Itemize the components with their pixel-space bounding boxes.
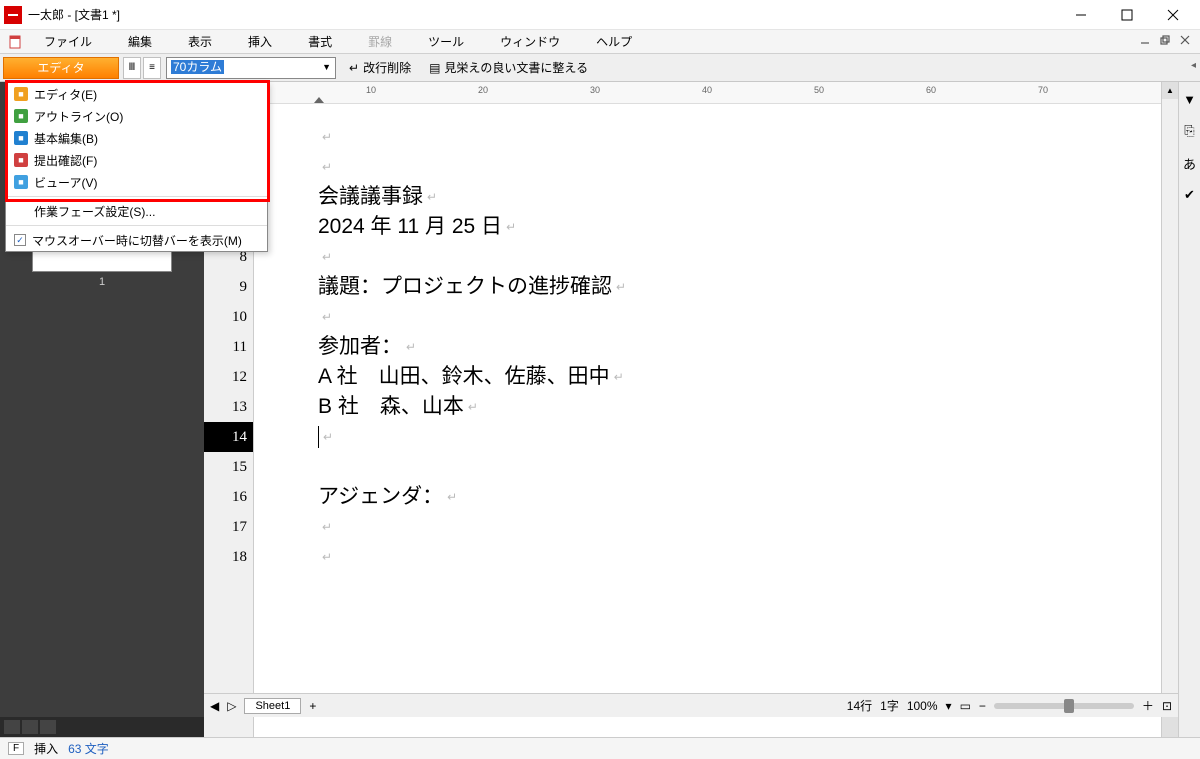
menu-編集[interactable]: 編集 — [110, 31, 170, 52]
document-line[interactable]: 会議議事録↵ — [318, 182, 1178, 212]
doc-icon: ▤ — [429, 61, 440, 75]
line-number: 16 — [204, 482, 253, 512]
line-number: 10 — [204, 302, 253, 332]
right-strip-icon[interactable]: あ — [1181, 154, 1199, 172]
sidebar-footer-icon[interactable] — [4, 720, 20, 734]
app-icon — [4, 6, 22, 24]
mdi-minimize-button[interactable] — [1136, 32, 1154, 48]
right-tool-strip: ▼ ⎘ あ ✔ — [1178, 82, 1200, 737]
status-insert[interactable]: 挿入 — [34, 740, 58, 757]
document-page[interactable]: ↵↵会議議事録↵2024 年 11 月 25 日↵↵議題：プロジェクトの進捗確認… — [254, 104, 1178, 737]
menu-ウィンドウ[interactable]: ウィンドウ — [482, 31, 578, 52]
document-line[interactable]: ↵ — [318, 302, 1178, 332]
toolbar-icon-2[interactable]: ≡ — [143, 57, 161, 79]
line-number: 15 — [204, 452, 253, 482]
add-sheet-icon[interactable]: + — [309, 699, 316, 713]
scroll-end-button[interactable] — [1162, 720, 1178, 737]
dropdown-item[interactable]: ■提出確認(F) — [6, 149, 267, 171]
zoom-fit-icon[interactable]: ⊡ — [1162, 699, 1172, 713]
view-mode-icon[interactable]: ▭ — [960, 699, 971, 713]
menu-ツール[interactable]: ツール — [410, 31, 482, 52]
dropdown-settings[interactable]: 作業フェーズ設定(S)... — [6, 200, 267, 222]
zoom-out-button[interactable]: − — [979, 699, 986, 713]
menu-ヘルプ[interactable]: ヘルプ — [578, 31, 650, 52]
scroll-up-button[interactable]: ▲ — [1162, 82, 1178, 99]
line-number: 9 — [204, 272, 253, 302]
dropdown-item[interactable]: ■ビューア(V) — [6, 171, 267, 193]
editor-area: 10203040506070 6789101112131415161718 ↵↵… — [204, 82, 1178, 737]
document-line[interactable]: ↵ — [318, 422, 1178, 452]
right-strip-icon[interactable]: ▼ — [1181, 90, 1199, 108]
menubar: ファイル編集表示挿入書式罫線ツールウィンドウヘルプ — [0, 30, 1200, 54]
menu-書式[interactable]: 書式 — [290, 31, 350, 52]
document-line[interactable]: ↵ — [318, 512, 1178, 542]
kaigyo-delete-button[interactable]: ↵ 改行削除 — [340, 57, 420, 79]
line-number: 13 — [204, 392, 253, 422]
menu-表示[interactable]: 表示 — [170, 31, 230, 52]
status-char-count: 63 文字 — [68, 740, 109, 757]
dropdown-mouseover-toggle[interactable]: ✓マウスオーバー時に切替バーを表示(M) — [6, 229, 267, 251]
horizontal-ruler[interactable]: 10203040506070 — [254, 82, 1178, 103]
right-strip-icon[interactable]: ⎘ — [1181, 122, 1199, 140]
horizontal-status-bar: ◀ ▷ Sheet1 + 14行 1字 100% ▾ ▭ − ＋ ⊡ — [204, 693, 1178, 717]
minimize-button[interactable] — [1058, 0, 1104, 30]
toolbar: エディタ Ⅲ ≡ 70カラム ▼ ↵ 改行削除 ▤ 見栄えの良い文書に整える ◂ — [0, 54, 1200, 82]
right-strip-icon[interactable]: ✔ — [1181, 186, 1199, 204]
line-number: 11 — [204, 332, 253, 362]
document-line[interactable]: 議題：プロジェクトの進捗確認↵ — [318, 272, 1178, 302]
statusbar: F 挿入 63 文字 — [0, 737, 1200, 759]
sidebar-footer-icon[interactable] — [22, 720, 38, 734]
dropdown-item[interactable]: ■基本編集(B) — [6, 127, 267, 149]
dropdown-item[interactable]: ■アウトライン(O) — [6, 105, 267, 127]
menu-挿入[interactable]: 挿入 — [230, 31, 290, 52]
line-number: 12 — [204, 362, 253, 392]
maximize-button[interactable] — [1104, 0, 1150, 30]
line-number: 17 — [204, 512, 253, 542]
toolbar-icon-1[interactable]: Ⅲ — [123, 57, 141, 79]
document-line[interactable]: ↵ — [318, 242, 1178, 272]
return-icon: ↵ — [349, 61, 359, 75]
thumbnail-page-number: 1 — [0, 276, 204, 288]
sheet-nav-icon[interactable]: ▷ — [227, 699, 236, 713]
mdi-restore-button[interactable] — [1156, 32, 1174, 48]
status-column: 1字 — [880, 697, 899, 714]
doc-icon — [8, 35, 22, 49]
indent-marker-icon[interactable] — [314, 97, 324, 103]
document-line[interactable]: B 社 森、山本↵ — [318, 392, 1178, 422]
document-line[interactable] — [318, 452, 1178, 482]
vertical-scrollbar[interactable]: ▲ ▼ — [1161, 82, 1178, 737]
zoom-slider[interactable] — [994, 703, 1134, 709]
zoom-in-button[interactable]: ＋ — [1142, 697, 1154, 714]
menu-罫線[interactable]: 罫線 — [350, 31, 410, 52]
mdi-close-button[interactable] — [1176, 32, 1194, 48]
document-line[interactable]: アジェンダ：↵ — [318, 482, 1178, 512]
toolbar-overflow-icon[interactable]: ◂ — [1191, 60, 1196, 71]
sidebar-footer — [0, 717, 204, 737]
columns-select[interactable]: 70カラム ▼ — [166, 57, 336, 79]
beautify-button[interactable]: ▤ 見栄えの良い文書に整える — [420, 57, 597, 79]
line-number: 18 — [204, 542, 253, 572]
zoom-dropdown-icon[interactable]: ▾ — [946, 699, 952, 713]
document-line[interactable]: ↵ — [318, 542, 1178, 572]
scroll-left-icon[interactable]: ◀ — [210, 699, 219, 713]
editor-mode-button[interactable]: エディタ — [3, 57, 119, 79]
dropdown-item[interactable]: ■エディタ(E) — [6, 83, 267, 105]
close-button[interactable] — [1150, 0, 1196, 30]
sidebar-footer-icon[interactable] — [40, 720, 56, 734]
sheet-tab[interactable]: Sheet1 — [244, 698, 301, 714]
status-mode[interactable]: F — [8, 742, 24, 755]
titlebar: 一太郎 - [文書1 *] — [0, 0, 1200, 30]
line-number: 14 — [204, 422, 253, 452]
document-line[interactable]: A 社 山田、鈴木、佐藤、田中↵ — [318, 362, 1178, 392]
status-line: 14行 — [847, 697, 872, 714]
window-title: 一太郎 - [文書1 *] — [28, 6, 1058, 23]
document-line[interactable]: 参加者：↵ — [318, 332, 1178, 362]
document-line[interactable]: 2024 年 11 月 25 日↵ — [318, 212, 1178, 242]
editor-mode-dropdown: ■エディタ(E)■アウトライン(O)■基本編集(B)■提出確認(F)■ビューア(… — [5, 82, 268, 252]
menu-ファイル[interactable]: ファイル — [26, 31, 110, 52]
status-zoom: 100% — [907, 699, 938, 713]
